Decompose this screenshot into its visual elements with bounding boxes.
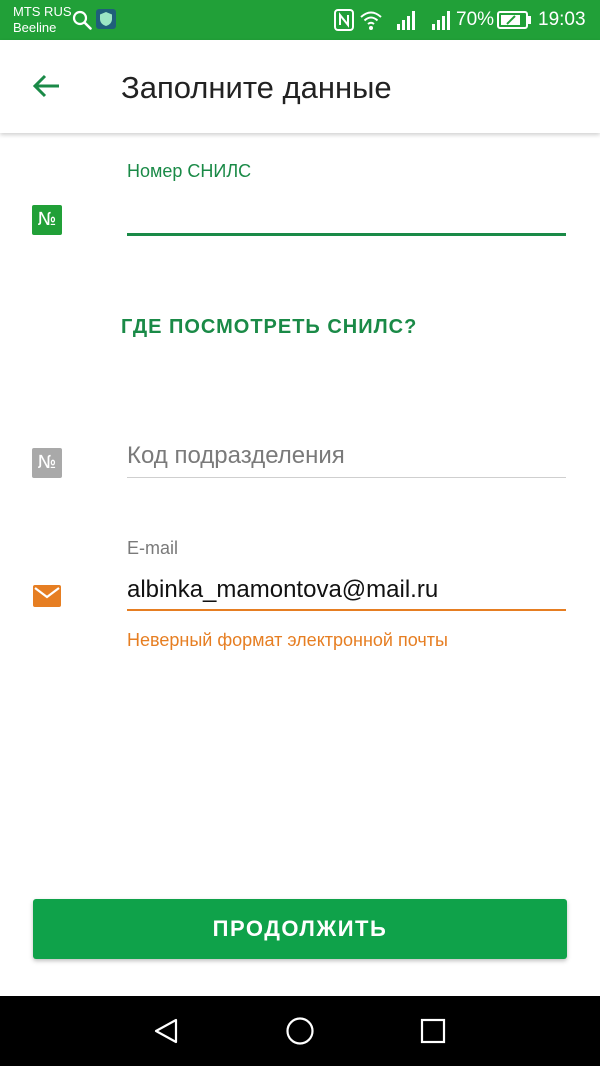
carrier-info: MTS RUS Beeline [13,4,72,36]
signal-icon-secondary [432,11,450,30]
number-sign-icon: № [32,205,62,235]
back-button[interactable] [22,62,70,110]
nav-back-button[interactable] [144,1009,188,1053]
square-recents-icon [420,1018,446,1044]
division-code-input[interactable] [127,438,566,474]
wifi-icon [360,11,382,30]
email-underline [127,609,566,611]
email-input[interactable] [127,572,566,608]
carrier-primary: MTS RUS [13,4,72,19]
arrow-left-icon [32,74,59,98]
battery-icon [497,11,531,29]
battery-percent: 70% [456,9,495,30]
triangle-back-icon [154,1018,178,1044]
page-title: Заполните данные [121,70,392,105]
where-snils-link[interactable]: ГДЕ ПОСМОТРЕТЬ СНИЛС? [121,314,417,340]
snils-label: Номер СНИЛС [127,161,252,181]
snils-underline [127,233,566,236]
clock: 19:03 [538,9,586,30]
email-label: E-mail [127,538,179,558]
nav-recents-button[interactable] [411,1009,455,1053]
shield-app-icon [96,9,116,29]
division-code-underline [127,477,566,478]
nfc-icon [334,9,354,31]
mail-icon [33,585,61,607]
status-bar: MTS RUS Beeline 70% 19:03 [0,0,600,40]
circle-home-icon [286,1017,314,1045]
email-error-message: Неверный формат электронной почты [127,630,448,650]
search-icon [72,10,92,30]
screen: MTS RUS Beeline 70% 19:03 Заполните данн… [0,0,600,1066]
signal-icon [397,11,415,30]
nav-home-button[interactable] [278,1009,322,1053]
number-sign-icon-grey: № [32,448,62,478]
app-bar: Заполните данные [0,40,600,133]
continue-button[interactable]: ПРОДОЛЖИТЬ [33,899,567,959]
snils-input[interactable] [127,196,566,232]
navigation-bar [0,996,600,1066]
carrier-secondary: Beeline [13,20,57,35]
